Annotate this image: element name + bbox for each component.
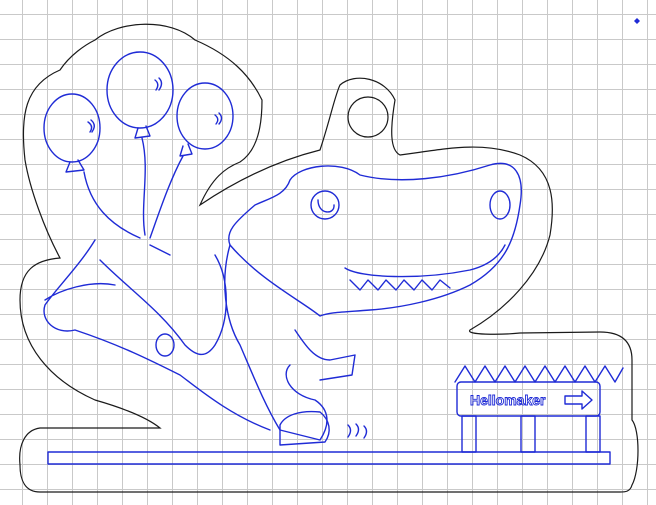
ground-line[interactable] — [47, 451, 611, 465]
sign-leg-right — [585, 415, 601, 453]
croc-eye — [310, 190, 340, 220]
hanging-hole[interactable] — [347, 96, 389, 138]
croc-head — [228, 162, 522, 317]
croc-belly-spot — [155, 333, 175, 357]
hellomaker-sign[interactable]: Hellomaker — [454, 365, 624, 453]
sign-zigzag — [454, 365, 624, 383]
croc-arm — [294, 329, 356, 381]
croc-foot — [279, 410, 330, 446]
sign-leg-mid — [520, 415, 536, 453]
crocodile-figure[interactable] — [43, 162, 522, 446]
design-svg[interactable]: Hellomaker — [0, 0, 656, 505]
corner-marker[interactable] — [634, 18, 640, 24]
croc-mouth — [344, 244, 506, 291]
design-canvas[interactable]: Hellomaker — [0, 0, 656, 505]
balloon-right — [176, 82, 234, 150]
cut-outline[interactable] — [19, 23, 639, 493]
diamond-icon — [634, 18, 640, 24]
croc-belt — [99, 244, 227, 356]
croc-back — [224, 244, 328, 441]
arrow-right-icon — [564, 390, 593, 410]
balloon-middle — [106, 51, 174, 129]
balloons[interactable] — [43, 51, 234, 239]
croc-nostril — [489, 190, 511, 220]
sign-leg-left — [461, 415, 477, 453]
croc-tail — [43, 239, 271, 431]
sign-text: Hellomaker — [470, 392, 546, 408]
